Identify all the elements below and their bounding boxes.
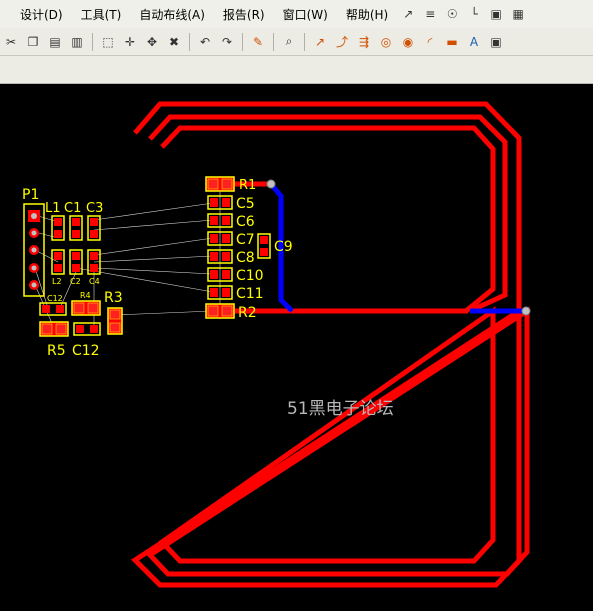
- copy-icon[interactable]: ❐: [24, 33, 42, 51]
- route-tool-icon[interactable]: ↗: [399, 5, 417, 23]
- component-c11[interactable]: C11: [207, 285, 264, 302]
- component-c2[interactable]: C2: [69, 249, 83, 286]
- designator-c6: C6: [236, 214, 255, 230]
- top-layer-traces: [230, 181, 468, 314]
- align-tool-icon[interactable]: ≡: [421, 5, 439, 23]
- redo-icon[interactable]: ↷: [218, 33, 236, 51]
- designator-l2: L2: [52, 277, 62, 286]
- designator-r2: R2: [238, 305, 257, 321]
- designator-c2: C2: [70, 277, 81, 286]
- dimension-tool-icon[interactable]: └: [465, 5, 483, 23]
- menu-bar: 设计(D) 工具(T) 自动布线(A) 报告(R) 窗口(W) 帮助(H) ↗ …: [0, 0, 593, 29]
- antenna-coil: [131, 101, 530, 588]
- diff-pair-route-icon[interactable]: ⤴: [333, 33, 351, 51]
- menu-reports[interactable]: 报告(R): [214, 6, 274, 23]
- component-c3[interactable]: C3: [86, 201, 103, 241]
- move-icon[interactable]: ✛: [121, 33, 139, 51]
- via-icon[interactable]: ◎: [377, 33, 395, 51]
- component-c7[interactable]: C7: [207, 231, 255, 248]
- coil-track-inner: [158, 125, 496, 564]
- menu-help[interactable]: 帮助(H): [337, 6, 397, 23]
- arc-icon[interactable]: ◜: [421, 33, 439, 51]
- ratsnest-line: [93, 202, 214, 221]
- designator-r3: R3: [104, 290, 123, 306]
- select-area-icon[interactable]: ⬚: [99, 33, 117, 51]
- designator-l1: L1: [45, 201, 61, 216]
- designator-p1: P1: [22, 187, 39, 203]
- ratsnest-line: [114, 310, 214, 316]
- toolbar-separator: [242, 32, 243, 51]
- component-r2[interactable]: R2: [205, 303, 257, 321]
- menu-window[interactable]: 窗口(W): [274, 6, 337, 23]
- component-group-lower: C12 R4 R3 R5 C12: [39, 290, 123, 359]
- undo-icon[interactable]: ↶: [196, 33, 214, 51]
- component-c5[interactable]: C5: [207, 195, 255, 212]
- component-r5[interactable]: R5: [39, 321, 69, 359]
- component-l1[interactable]: L1: [45, 201, 65, 241]
- brush-icon[interactable]: ✎: [249, 33, 267, 51]
- string-icon[interactable]: A: [465, 33, 483, 51]
- component-p1[interactable]: P1: [22, 187, 45, 297]
- paste-icon[interactable]: ▤: [46, 33, 64, 51]
- clear-icon[interactable]: ✖: [165, 33, 183, 51]
- interactive-route-icon[interactable]: ↗: [311, 33, 329, 51]
- via: [521, 306, 531, 316]
- menu-autoroute[interactable]: 自动布线(A): [130, 6, 214, 23]
- component-r1[interactable]: R1: [205, 176, 256, 193]
- menu-tools[interactable]: 工具(T): [72, 6, 131, 23]
- ratsnest-line: [93, 267, 214, 275]
- fill-icon[interactable]: ▬: [443, 33, 461, 51]
- toolbar-separator: [92, 32, 93, 51]
- component-c10[interactable]: C10: [207, 267, 264, 284]
- cross-select-icon[interactable]: ✥: [143, 33, 161, 51]
- pad-icon[interactable]: ◉: [399, 33, 417, 51]
- zoom-icon[interactable]: ⌕: [280, 33, 298, 51]
- find-tool-icon[interactable]: ☉: [443, 5, 461, 23]
- ratsnest-line: [93, 237, 214, 256]
- designator-c3: C3: [86, 201, 103, 216]
- ratsnest-line: [93, 219, 214, 231]
- room-tool-icon[interactable]: ▣: [487, 5, 505, 23]
- designator-c12-small: C12: [47, 294, 63, 303]
- component-l2[interactable]: L2: [51, 249, 65, 286]
- ratsnest-line: [93, 255, 214, 263]
- designator-c7: C7: [236, 232, 255, 248]
- toolbar-separator: [189, 32, 190, 51]
- component-c12[interactable]: C12: [72, 322, 101, 359]
- designator-r4: R4: [80, 291, 91, 300]
- coil-track-outer: [131, 101, 522, 588]
- pcb-canvas[interactable]: R1 C5 C6 C7 C8 C10 C11 R2 C9 P1 L1 C1 C3…: [0, 84, 593, 607]
- toolbar: ✂ ❐ ▤ ▥ ⬚ ✛ ✥ ✖ ↶ ↷ ✎ ⌕ ↗ ⤴ ⇶ ◎ ◉ ◜ ▬ A …: [0, 28, 593, 56]
- component-r3[interactable]: R3: [104, 290, 123, 335]
- designator-c10: C10: [236, 268, 264, 284]
- grid-tool-icon[interactable]: ▦: [509, 5, 527, 23]
- designator-c11: C11: [236, 286, 264, 302]
- toolbar-separator: [273, 32, 274, 51]
- designator-c9: C9: [274, 239, 293, 255]
- pcb-view[interactable]: R1 C5 C6 C7 C8 C10 C11 R2 C9 P1 L1 C1 C3…: [0, 84, 593, 607]
- multi-route-icon[interactable]: ⇶: [355, 33, 373, 51]
- component-c9[interactable]: C9: [257, 233, 293, 259]
- toolbar-separator: [304, 32, 305, 51]
- designator-c12: C12: [72, 343, 100, 359]
- component-c6[interactable]: C6: [207, 213, 255, 230]
- designator-c5: C5: [236, 196, 255, 212]
- rubber-stamp-icon[interactable]: ▥: [68, 33, 86, 51]
- designator-c1: C1: [64, 201, 81, 216]
- component-r4[interactable]: R4: [71, 291, 101, 316]
- designator-c4: C4: [89, 277, 100, 286]
- component-c8[interactable]: C8: [207, 249, 255, 266]
- designator-r1: R1: [239, 178, 256, 193]
- menu-design[interactable]: 设计(D): [0, 6, 72, 23]
- component-group-lc: L1 C1 C3 L2 C2 C4: [45, 201, 103, 286]
- cut-icon[interactable]: ✂: [2, 33, 20, 51]
- designator-r5: R5: [47, 343, 66, 359]
- component-icon[interactable]: ▣: [487, 33, 505, 51]
- panel-strip: [0, 56, 593, 84]
- component-c1[interactable]: C1: [64, 201, 83, 241]
- watermark-text: 51黑电子论坛: [287, 399, 394, 419]
- via: [266, 179, 276, 189]
- designator-c8: C8: [236, 250, 255, 266]
